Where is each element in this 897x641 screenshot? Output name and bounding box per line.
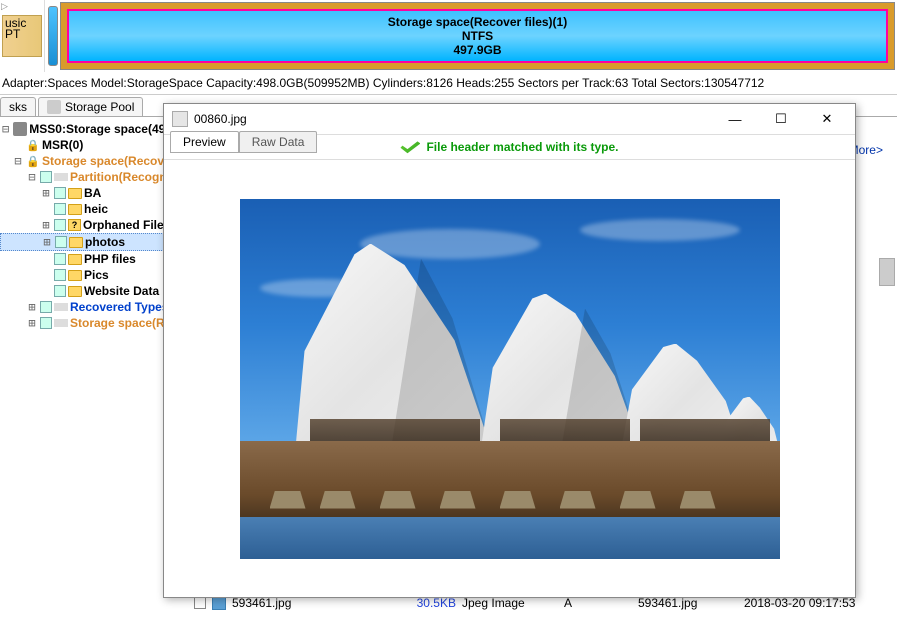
checkbox[interactable] (55, 236, 67, 248)
tree-pics[interactable]: Pics (0, 267, 190, 283)
partition-icon (54, 319, 68, 327)
checkbox[interactable] (54, 203, 66, 215)
storage-pool-icon (47, 100, 61, 114)
tree-recovered[interactable]: ⊞ Recovered Types (0, 299, 190, 315)
minimize-button[interactable]: — (715, 107, 755, 131)
collapse-icon[interactable]: ⊟ (26, 170, 38, 184)
checkbox[interactable] (194, 597, 206, 609)
partition-fs: NTFS (462, 29, 493, 43)
checkbox[interactable] (54, 285, 66, 297)
tab-preview[interactable]: Preview (170, 131, 239, 153)
file-date: 2018-03-20 09:17:53 (744, 596, 893, 610)
partition-size: 497.9GB (453, 43, 501, 57)
expand-icon[interactable]: ⊞ (26, 300, 38, 314)
checkbox[interactable] (54, 253, 66, 265)
tree-msr[interactable]: 🔒 MSR(0) (0, 137, 190, 153)
partition-icon (54, 173, 68, 181)
mini-partition[interactable]: ▷ usic PT (0, 0, 45, 72)
scrollbar-thumb[interactable] (879, 258, 895, 286)
big-partition-outer[interactable]: Storage space(Recover files)(1) NTFS 497… (60, 2, 895, 70)
storage-overview: ▷ usic PT Storage space(Recover files)(1… (0, 0, 897, 72)
ruler-col (45, 0, 60, 72)
disk-icon (13, 122, 27, 136)
ruler-icon (48, 6, 58, 66)
file-type: Jpeg Image (462, 596, 558, 610)
preview-window: 00860.jpg — ☐ ✕ Preview Raw Data File he… (163, 103, 856, 598)
expand-icon[interactable]: ⊞ (40, 218, 52, 232)
tree-orphaned[interactable]: ⊞ ? Orphaned File (0, 217, 190, 233)
tab-raw-data[interactable]: Raw Data (239, 131, 318, 153)
tree-webdata[interactable]: Website Data (0, 283, 190, 299)
preview-tabs: Preview Raw Data (170, 131, 317, 153)
tree-ba[interactable]: ⊞ BA (0, 185, 190, 201)
lock-icon: 🔒 (26, 154, 40, 168)
checkbox[interactable] (40, 317, 52, 329)
mini-line2: PT (5, 29, 39, 40)
expand-icon[interactable]: ⊞ (40, 186, 52, 200)
checkbox[interactable] (40, 301, 52, 313)
file-attr: A (564, 596, 632, 610)
chevron-icon: ▷ (0, 0, 44, 13)
folder-icon (68, 270, 82, 281)
partition-icon (54, 303, 68, 311)
file-name2: 593461.jpg (638, 596, 738, 610)
partition-label: Storage space(Recover files)(1) (388, 15, 567, 29)
folder-icon (68, 286, 82, 297)
folder-icon (69, 237, 83, 248)
tree-heic[interactable]: heic (0, 201, 190, 217)
image-file-icon (212, 596, 226, 610)
tab-sks[interactable]: sks (0, 97, 36, 116)
file-name: 593461.jpg (232, 596, 392, 610)
checkbox[interactable] (40, 171, 52, 183)
tree-photos[interactable]: ⊞ photos (0, 233, 190, 251)
disk-info-line: Adapter:Spaces Model:StorageSpace Capaci… (0, 72, 897, 95)
preview-image (240, 199, 780, 559)
mini-partition-box[interactable]: usic PT (2, 15, 42, 57)
tree-ss-re[interactable]: ⊞ Storage space(Re (0, 315, 190, 331)
preview-status-text: File header matched with its type. (426, 140, 618, 154)
preview-filename: 00860.jpg (194, 112, 709, 126)
checkbox[interactable] (54, 187, 66, 199)
tree-root[interactable]: ⊟ MSS0:Storage space(498GB (0, 121, 190, 137)
lock-icon: 🔒 (26, 138, 40, 152)
big-partition-inner[interactable]: Storage space(Recover files)(1) NTFS 497… (67, 9, 888, 63)
question-folder-icon: ? (68, 219, 81, 231)
close-button[interactable]: ✕ (807, 107, 847, 131)
checkbox[interactable] (54, 219, 66, 231)
expand-icon[interactable]: ⊞ (26, 316, 38, 330)
file-size: 30.5KB (398, 596, 456, 610)
tree-ss-recover[interactable]: ⊟ 🔒 Storage space(Recover (0, 153, 190, 169)
collapse-icon[interactable]: ⊟ (12, 154, 24, 168)
tab-storage-pool[interactable]: Storage Pool (38, 97, 143, 116)
file-icon (172, 111, 188, 127)
folder-icon (68, 204, 82, 215)
tree-php[interactable]: PHP files (0, 251, 190, 267)
preview-body (164, 160, 855, 597)
folder-icon (68, 188, 82, 199)
collapse-icon[interactable]: ⊟ (0, 122, 11, 136)
checkbox[interactable] (54, 269, 66, 281)
preview-titlebar[interactable]: 00860.jpg — ☐ ✕ (164, 104, 855, 134)
maximize-button[interactable]: ☐ (761, 107, 801, 131)
folder-icon (68, 254, 82, 265)
expand-icon[interactable]: ⊞ (41, 235, 53, 249)
folder-tree: ⊟ MSS0:Storage space(498GB 🔒 MSR(0) ⊟ 🔒 … (0, 117, 190, 640)
checkmark-icon (400, 140, 420, 154)
tree-partition[interactable]: ⊟ Partition(Recogn (0, 169, 190, 185)
